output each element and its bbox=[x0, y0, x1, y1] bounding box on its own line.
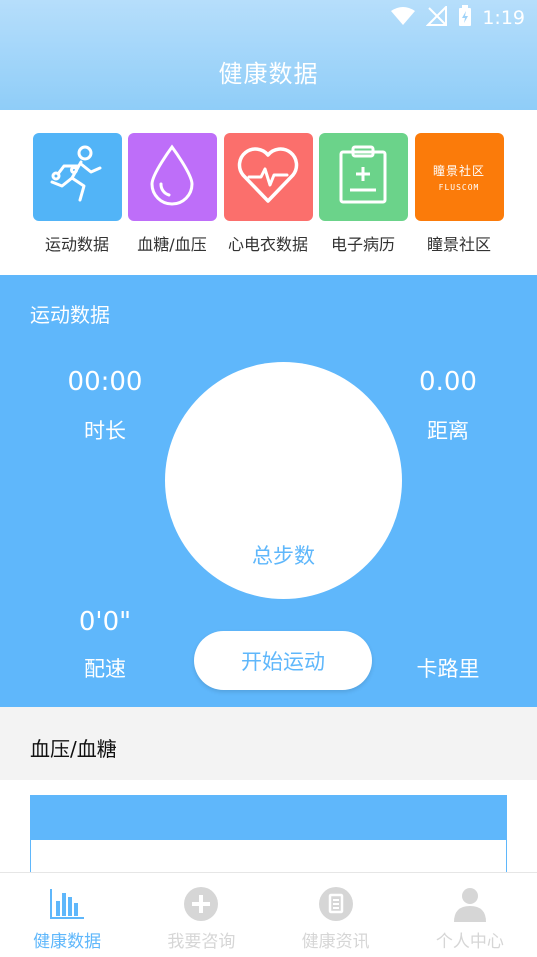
nav-profile[interactable]: 个人中心 bbox=[403, 873, 537, 957]
distance-value: 0.00 bbox=[419, 367, 477, 397]
pace-label: 配速 bbox=[84, 657, 126, 681]
app-header: 1:19 健康数据 bbox=[0, 0, 537, 110]
calories-label: 卡路里 bbox=[416, 657, 480, 681]
bp-section-title: 血压/血糖 bbox=[30, 737, 117, 761]
drop-icon bbox=[147, 144, 197, 210]
nav-label: 我要咨询 bbox=[167, 932, 236, 952]
nav-label: 健康资讯 bbox=[301, 932, 370, 952]
distance-label: 距离 bbox=[427, 419, 469, 443]
runner-tile[interactable] bbox=[32, 133, 122, 221]
shortcut-label: 血糖/血压 bbox=[137, 235, 207, 254]
status-bar: 1:19 bbox=[390, 4, 525, 31]
status-time: 1:19 bbox=[482, 7, 525, 29]
signal-icon bbox=[425, 4, 448, 30]
heartbeat-tile[interactable] bbox=[223, 133, 313, 221]
battery-icon bbox=[458, 5, 472, 31]
document-icon bbox=[317, 885, 355, 923]
shortcut-glucose-bp[interactable]: 血糖/血压 bbox=[127, 133, 217, 255]
total-steps-label: 总步数 bbox=[252, 544, 315, 568]
shortcut-medical-record[interactable]: 电子病历 bbox=[318, 133, 408, 255]
shortcut-grid: 运动数据 血糖/血压 心电衣数据 电子病历 瞳景社区 FLUSCOM 瞳景社区 bbox=[0, 110, 537, 275]
shortcut-ecg-shirt[interactable]: 心电衣数据 bbox=[223, 133, 313, 255]
bp-chart-card bbox=[30, 795, 507, 875]
pace-value: 0'0" bbox=[78, 607, 132, 637]
fluscom-logo[interactable]: 瞳景社区 FLUSCOM bbox=[414, 133, 504, 221]
shortcut-exercise-data[interactable]: 运动数据 bbox=[32, 133, 122, 255]
clipboard-tile[interactable] bbox=[318, 133, 408, 221]
brand-name-en: FLUSCOM bbox=[438, 183, 480, 192]
nav-health-news[interactable]: 健康资讯 bbox=[269, 873, 403, 957]
start-exercise-button[interactable]: 开始运动 bbox=[194, 631, 372, 690]
wifi-icon bbox=[390, 6, 416, 30]
shortcut-label: 心电衣数据 bbox=[227, 235, 308, 254]
nav-label: 健康数据 bbox=[33, 932, 102, 952]
person-icon bbox=[451, 885, 489, 923]
bp-section-header: 血压/血糖 bbox=[0, 707, 537, 780]
shortcut-label: 瞳景社区 bbox=[426, 235, 491, 254]
page-title: 健康数据 bbox=[218, 60, 319, 88]
brand-name-cn: 瞳景社区 bbox=[432, 164, 485, 178]
shortcut-label: 电子病历 bbox=[330, 235, 395, 254]
nav-health-data[interactable]: 健康数据 bbox=[0, 873, 134, 957]
nav-label: 个人中心 bbox=[435, 932, 504, 952]
bar-chart-icon bbox=[48, 885, 86, 923]
plus-circle-icon bbox=[182, 885, 220, 923]
exercise-title: 运动数据 bbox=[30, 303, 110, 327]
bottom-nav: 健康数据 我要咨询 健康资讯 个人中心 bbox=[0, 872, 537, 957]
duration-label: 时长 bbox=[84, 419, 126, 443]
nav-consult[interactable]: 我要咨询 bbox=[134, 873, 268, 957]
shortcut-label: 运动数据 bbox=[44, 235, 109, 254]
step-counter-circle: 总步数 bbox=[165, 362, 402, 599]
drop-tile[interactable] bbox=[127, 133, 217, 221]
heartbeat-icon bbox=[235, 145, 301, 209]
shortcut-fluscom-community[interactable]: 瞳景社区 FLUSCOM 瞳景社区 bbox=[414, 133, 504, 255]
runner-icon bbox=[44, 142, 110, 212]
duration-value: 00:00 bbox=[67, 367, 143, 397]
bp-card-header bbox=[31, 796, 506, 840]
exercise-panel: 运动数据 00:00 时长 0.00 距离 总步数 0'0" 配速 开始运动 卡… bbox=[0, 275, 537, 707]
clipboard-icon bbox=[336, 144, 390, 210]
